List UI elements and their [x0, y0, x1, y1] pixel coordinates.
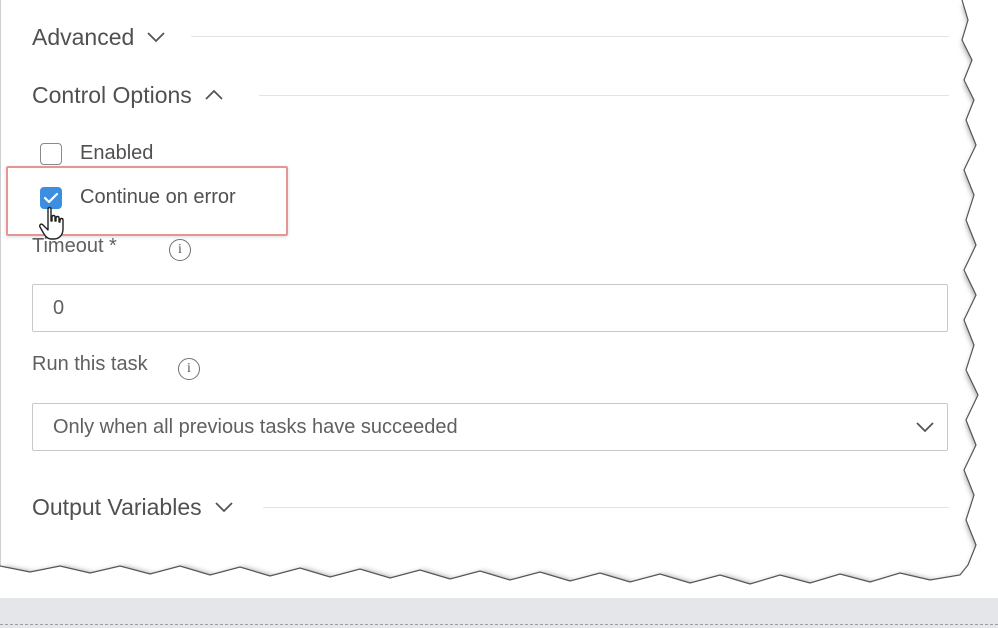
enabled-checkbox[interactable] [40, 142, 62, 165]
timeout-label: Timeout * [32, 235, 117, 257]
info-icon[interactable]: i [169, 239, 191, 261]
run-this-task-label: Run this task [32, 353, 148, 375]
chevron-down-icon [147, 32, 165, 43]
run-this-task-selected-value: Only when all previous tasks have succee… [53, 415, 458, 438]
section-divider [263, 507, 949, 508]
enabled-checkbox-row[interactable]: Enabled [40, 142, 153, 165]
chevron-up-icon [205, 89, 223, 100]
info-icon[interactable]: i [178, 358, 200, 380]
advanced-section-title: Advanced [32, 23, 135, 50]
run-this-task-dropdown[interactable]: Only when all previous tasks have succee… [32, 403, 948, 451]
task-settings-panel: Advanced Control Options Enabled Continu… [0, 0, 966, 580]
timeout-value: 0 [53, 296, 65, 319]
control-options-section-header[interactable]: Control Options [32, 80, 224, 110]
timeout-input[interactable]: 0 [32, 284, 948, 332]
highlight-annotation-box [6, 166, 288, 236]
advanced-section-header[interactable]: Advanced [32, 22, 166, 52]
section-divider [259, 95, 949, 96]
enabled-label: Enabled [80, 142, 154, 164]
output-variables-section-title: Output Variables [32, 493, 202, 520]
bottom-strip [0, 598, 998, 628]
section-divider [191, 36, 949, 37]
output-variables-section-header[interactable]: Output Variables [32, 492, 234, 522]
dashed-divider [0, 624, 998, 625]
chevron-down-icon [214, 502, 233, 513]
control-options-section-title: Control Options [32, 81, 192, 108]
chevron-down-icon [916, 422, 934, 433]
